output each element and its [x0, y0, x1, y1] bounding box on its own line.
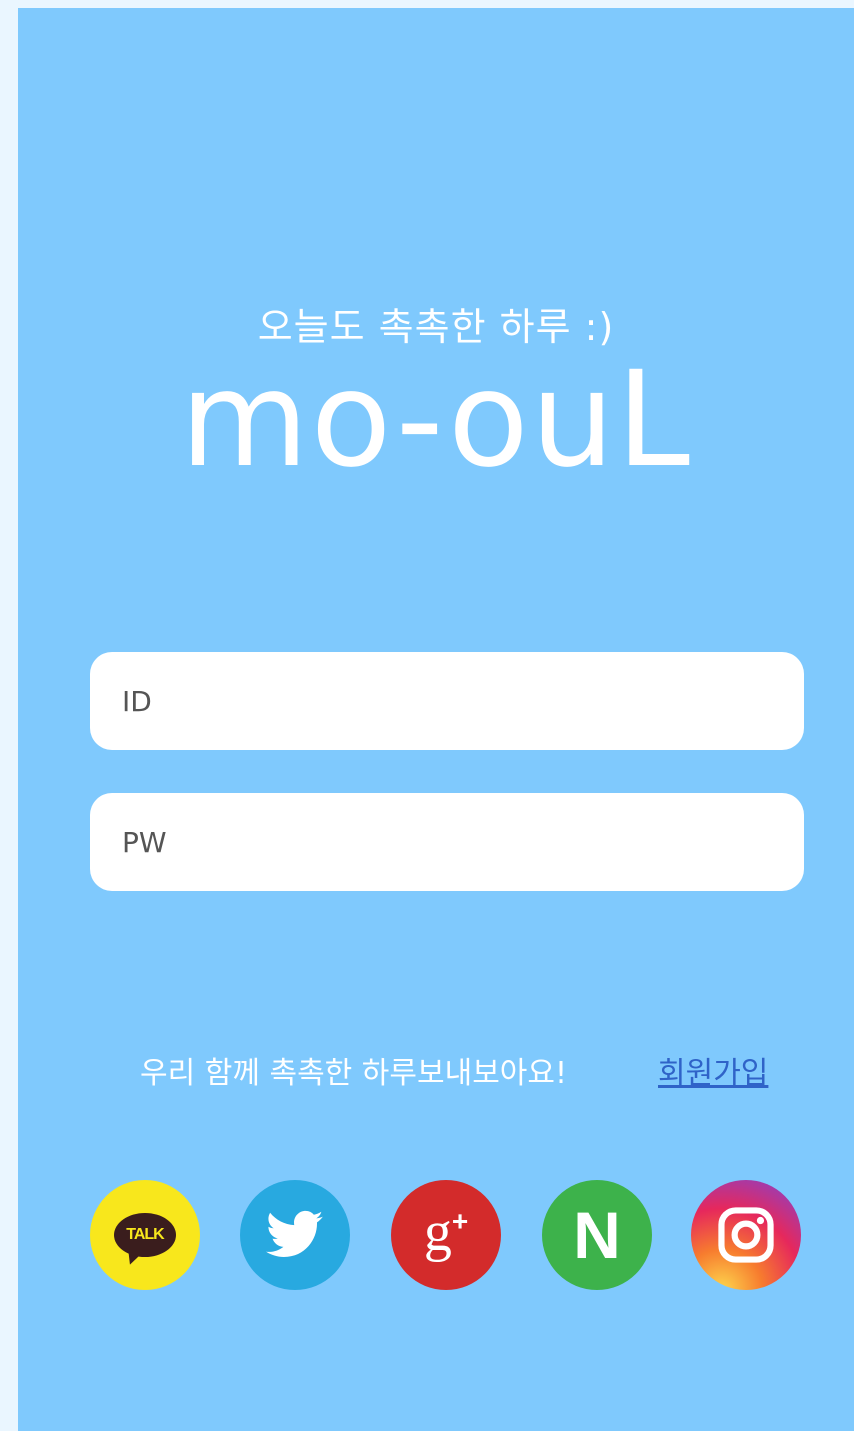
google-plus-sign: +: [451, 1205, 469, 1237]
naver-n-icon: N: [573, 1198, 621, 1272]
twitter-bird-icon: [266, 1210, 324, 1257]
signup-message: 우리 함께 촉촉한 하루보내보아요!: [140, 1056, 568, 1091]
instagram-camera-icon: [718, 1207, 774, 1263]
brand-logo-text: mo-ouL: [180, 343, 692, 497]
kakao-talk-icon: TALK: [114, 1213, 176, 1257]
signup-row: 우리 함께 촉촉한 하루보내보아요! 회원가입: [18, 1048, 854, 1098]
signup-link[interactable]: 회원가입: [658, 1048, 768, 1092]
kakao-talk-label: TALK: [126, 1226, 164, 1243]
password-input[interactable]: [90, 793, 804, 891]
social-login-row: TALK g+ N: [18, 1180, 854, 1292]
google-plus-icon: g+: [424, 1204, 468, 1260]
instagram-login-button[interactable]: [691, 1180, 801, 1290]
google-plus-letter: g: [423, 1201, 452, 1263]
twitter-login-button[interactable]: [240, 1180, 350, 1290]
kakao-login-button[interactable]: TALK: [90, 1180, 200, 1290]
login-panel: 오늘도 촉촉한 하루 :) mo-ouL 우리 함께 촉촉한 하루보내보아요! …: [18, 8, 854, 1431]
naver-login-button[interactable]: N: [542, 1180, 652, 1290]
google-plus-login-button[interactable]: g+: [391, 1180, 501, 1290]
id-input[interactable]: [90, 652, 804, 750]
